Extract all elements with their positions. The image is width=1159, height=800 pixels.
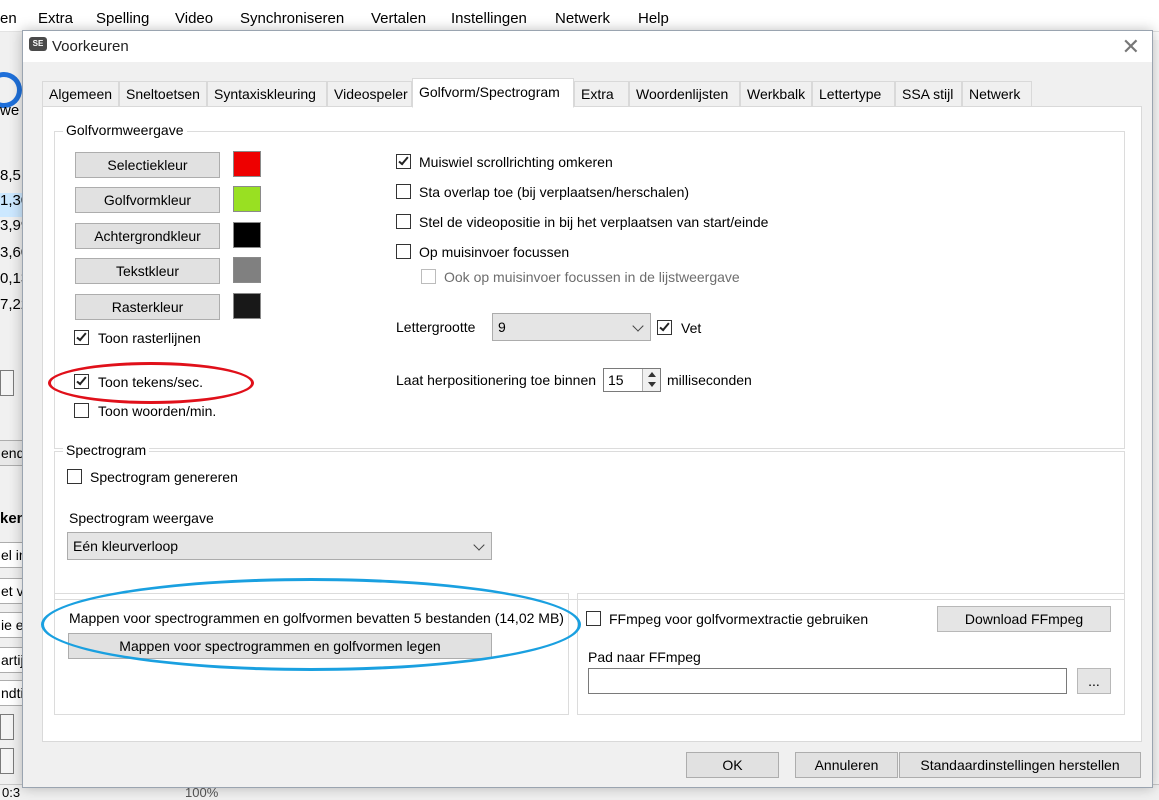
app-icon: SE <box>29 37 47 51</box>
allow-overlap-checkbox[interactable] <box>396 184 411 199</box>
selection-color-button[interactable]: Selectiekleur <box>75 152 220 178</box>
close-icon[interactable]: ✕ <box>1122 34 1140 60</box>
ok-button[interactable]: OK <box>686 752 779 778</box>
show-words-per-min-checkbox[interactable] <box>74 403 89 418</box>
tab-syntaxiskleuring[interactable]: Syntaxiskleuring <box>207 81 327 107</box>
show-chars-per-sec-label: Toon tekens/sec. <box>98 374 204 390</box>
tab-werkbalk[interactable]: Werkbalk <box>740 81 812 107</box>
tab-woordenlijsten[interactable]: Woordenlijsten <box>629 81 740 107</box>
cancel-button[interactable]: Annuleren <box>795 752 898 778</box>
preferences-dialog: SE Voorkeuren ✕ Algemeen Sneltoetsen Syn… <box>22 30 1153 788</box>
browse-ffmpeg-button[interactable]: ... <box>1077 668 1111 694</box>
menu-item-netwerk[interactable]: Netwerk <box>555 10 610 27</box>
ffmpeg-path-input[interactable] <box>588 668 1067 694</box>
app-right-edge <box>1153 40 1159 784</box>
clear-cache-folders-button[interactable]: Mappen voor spectrogrammen en golfvormen… <box>68 633 492 659</box>
spin-down-icon <box>648 382 656 387</box>
invert-scroll-label: Muiswiel scrollrichting omkeren <box>419 154 613 170</box>
generate-spectrogram-checkbox[interactable] <box>67 469 82 484</box>
grid-color-button[interactable]: Rasterkleur <box>75 294 220 320</box>
font-size-select[interactable]: 9 <box>492 313 651 341</box>
waveform-color-button[interactable]: Golfvormkleur <box>75 187 220 213</box>
show-chars-per-sec-checkbox[interactable] <box>74 374 89 389</box>
reposition-unit-label: milliseconden <box>667 372 752 388</box>
dialog-titlebar[interactable]: SE Voorkeuren ✕ <box>23 31 1152 62</box>
background-color-swatch[interactable] <box>233 222 261 248</box>
menu-item-extra[interactable]: Extra <box>38 10 73 27</box>
text-color-swatch[interactable] <box>233 257 261 283</box>
waveform-color-swatch[interactable] <box>233 186 261 212</box>
waveform-group-label: Golfvormweergave <box>63 122 187 138</box>
strip-spinner[interactable] <box>0 370 14 396</box>
show-gridlines-label: Toon rasterlijnen <box>98 330 201 346</box>
reposition-ms-input[interactable]: 15 <box>603 368 661 392</box>
font-size-value: 9 <box>498 319 506 335</box>
set-video-position-checkbox[interactable] <box>396 214 411 229</box>
tab-lettertype[interactable]: Lettertype <box>812 81 895 107</box>
reposition-label: Laat herpositionering toe binnen <box>396 372 597 388</box>
menu-item-synchroniseren[interactable]: Synchroniseren <box>240 10 344 27</box>
menu-item-file[interactable]: en <box>0 10 17 27</box>
strip-row: 8,5 <box>0 167 21 184</box>
menu-item-video[interactable]: Video <box>175 10 213 27</box>
spinner-buttons[interactable] <box>642 369 660 391</box>
focus-on-mouse-checkbox[interactable] <box>396 244 411 259</box>
use-ffmpeg-label: FFmpeg voor golfvormextractie gebruiken <box>609 611 869 627</box>
tab-extra[interactable]: Extra <box>574 81 629 107</box>
strip-spinner[interactable] <box>0 748 14 774</box>
spectrogram-display-value: Eén kleurverloop <box>73 538 179 554</box>
app-menubar: en Extra Spelling Video Synchroniseren V… <box>0 0 1159 32</box>
spectrogram-display-select[interactable]: Eén kleurverloop <box>67 532 492 560</box>
selection-color-swatch[interactable] <box>233 151 261 177</box>
tab-golfvorm-spectrogram[interactable]: Golfvorm/Spectrogram <box>412 78 574 108</box>
focus-on-mouse-label: Op muisinvoer focussen <box>419 244 570 260</box>
chevron-down-icon <box>632 320 644 332</box>
show-gridlines-checkbox[interactable] <box>74 330 89 345</box>
tab-algemeen[interactable]: Algemeen <box>42 81 119 107</box>
menu-item-vertalen[interactable]: Vertalen <box>371 10 426 27</box>
status-time: 0:3 <box>2 785 21 800</box>
use-ffmpeg-checkbox[interactable] <box>586 611 601 626</box>
tab-netwerk[interactable]: Netwerk <box>962 81 1032 107</box>
focus-in-list-label: Ook op muisinvoer focussen in de lijstwe… <box>444 269 740 285</box>
download-ffmpeg-button[interactable]: Download FFmpeg <box>937 606 1111 632</box>
font-size-label: Lettergrootte <box>396 319 476 335</box>
background-color-button[interactable]: Achtergrondkleur <box>75 223 220 249</box>
tab-ssa-stijl[interactable]: SSA stijl <box>895 81 962 107</box>
reposition-ms-value: 15 <box>608 372 624 388</box>
menu-item-spelling[interactable]: Spelling <box>96 10 149 27</box>
waveform-group: Golfvormweergave <box>54 122 1125 449</box>
checkmark-icon <box>398 154 409 166</box>
spin-up-icon <box>648 372 656 377</box>
strip-spinner[interactable] <box>0 714 14 740</box>
chevron-down-icon <box>473 539 485 551</box>
spectrogram-display-label: Spectrogram weergave <box>69 510 214 526</box>
tab-sneltoetsen[interactable]: Sneltoetsen <box>119 81 207 107</box>
dialog-title: Voorkeuren <box>52 38 129 55</box>
menu-item-help[interactable]: Help <box>638 10 669 27</box>
text-color-button[interactable]: Tekstkleur <box>75 258 220 284</box>
allow-overlap-label: Sta overlap toe (bij verplaatsen/herscha… <box>419 184 690 200</box>
generate-spectrogram-label: Spectrogram genereren <box>90 469 238 485</box>
focus-in-list-checkbox[interactable] <box>421 269 436 284</box>
checkmark-icon <box>76 330 87 342</box>
checkmark-icon <box>659 320 670 332</box>
tab-videospeler[interactable]: Videospeler <box>327 81 412 107</box>
invert-scroll-checkbox[interactable] <box>396 154 411 169</box>
set-video-position-label: Stel de videopositie in bij het verplaat… <box>419 214 769 230</box>
ffmpeg-path-label: Pad naar FFmpeg <box>588 649 701 665</box>
restore-defaults-button[interactable]: Standaardinstellingen herstellen <box>899 752 1141 778</box>
menu-item-instellingen[interactable]: Instellingen <box>451 10 527 27</box>
grid-color-swatch[interactable] <box>233 293 261 319</box>
checkmark-icon <box>76 374 87 386</box>
cache-folders-info: Mappen voor spectrogrammen en golfvormen… <box>69 610 564 626</box>
show-words-per-min-label: Toon woorden/min. <box>98 403 217 419</box>
bold-checkbox[interactable] <box>657 320 672 335</box>
spectrogram-group-label: Spectrogram <box>63 442 150 458</box>
bold-label: Vet <box>681 320 702 336</box>
strip-text: we <box>0 102 20 119</box>
